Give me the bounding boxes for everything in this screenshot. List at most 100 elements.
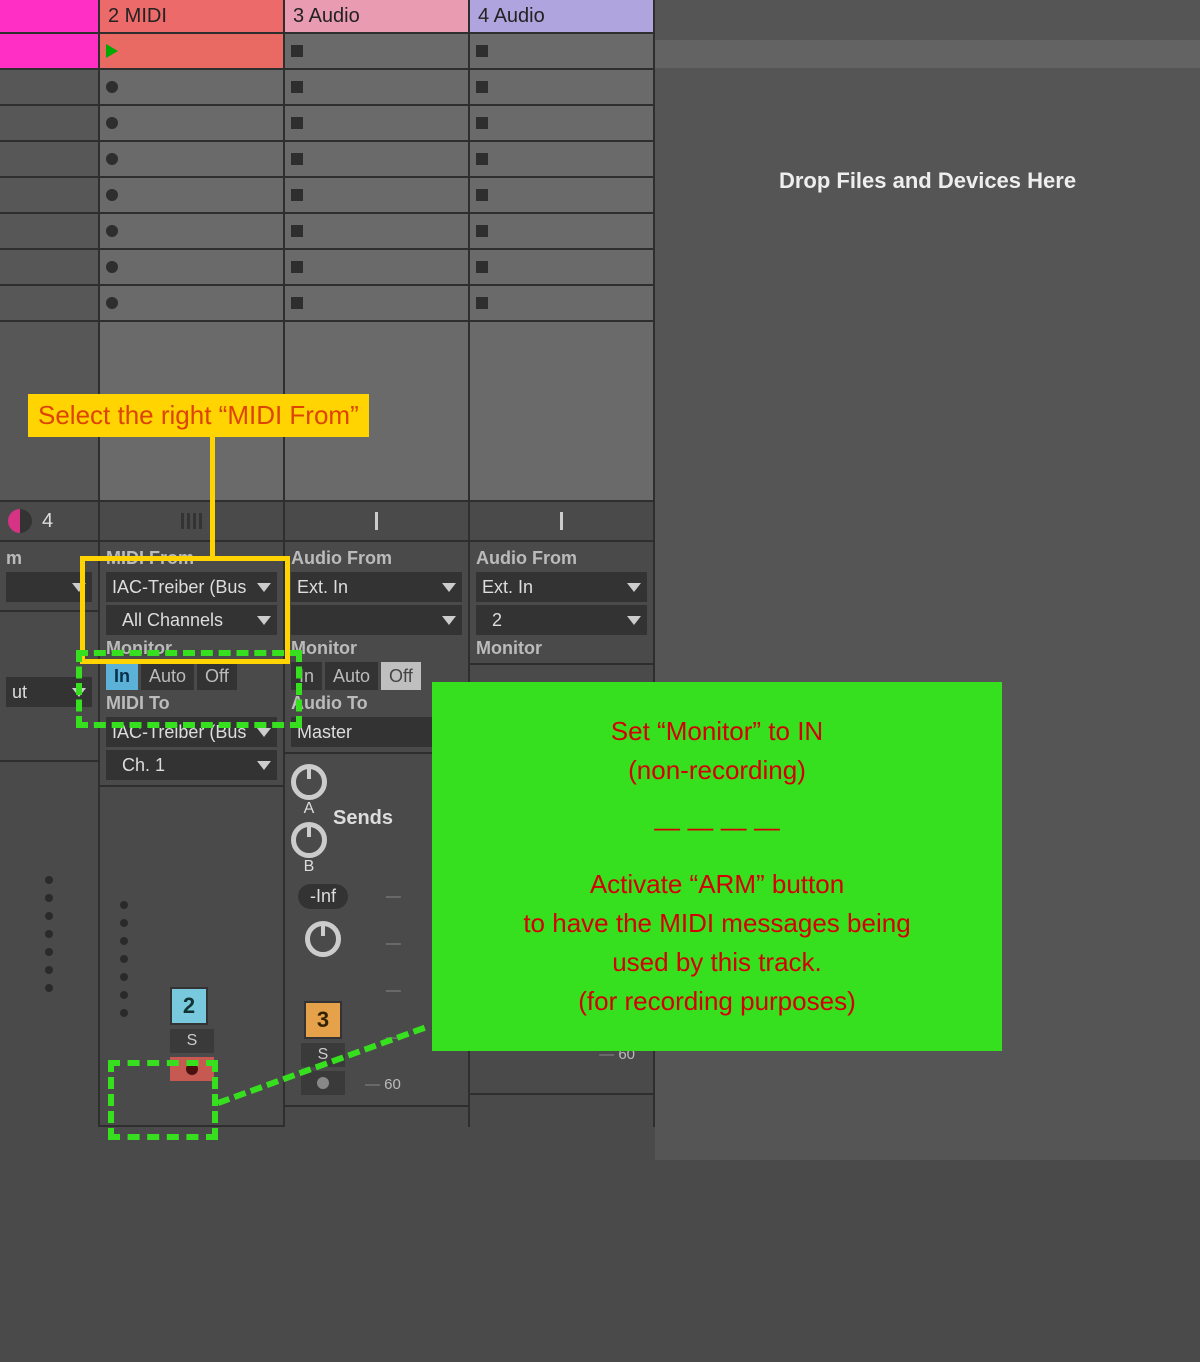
stop-icon [476,153,488,165]
clip-slot[interactable] [285,250,468,286]
track-header-3-audio[interactable]: 3 Audio [285,0,468,34]
stop-icon [476,189,488,201]
clip-slot[interactable] [100,214,283,250]
clip-slot[interactable] [285,286,468,322]
monitor-auto-button[interactable]: Auto [141,662,194,690]
annotation-yellow-label: Select the right “MIDI From” [28,394,369,437]
chevron-down-icon [442,583,456,592]
clip-slot[interactable] [285,178,468,214]
midi-to-channel-dropdown[interactable]: Ch. 1 [106,750,277,780]
clip-slot[interactable] [470,142,653,178]
midi-from-label: MIDI From [106,548,277,569]
send-a-knob[interactable] [291,764,327,800]
clip-slot[interactable] [100,70,283,106]
monitor-label: Monitor [106,638,277,659]
clip-slot[interactable] [285,214,468,250]
audio-from-channel-dropdown[interactable] [291,605,462,635]
stop-icon [476,297,488,309]
record-dot-icon [106,189,118,201]
clip-slot[interactable] [0,34,98,70]
clip-slot[interactable] [285,70,468,106]
stop-icon [291,189,303,201]
meter-dots [0,862,98,992]
monitor-in-button[interactable]: In [106,662,138,690]
clip-slot[interactable] [470,286,653,322]
stop-icon [291,261,303,273]
clip-slot[interactable] [285,142,468,178]
clip-slot[interactable] [100,142,283,178]
monitor-auto-button[interactable]: Auto [325,662,378,690]
clip-slot[interactable] [285,34,468,70]
clip-slot[interactable] [470,34,653,70]
midi-from-dropdown[interactable] [6,572,92,602]
annotation-text: Activate “ARM” button [452,865,982,904]
clip-slot[interactable] [100,250,283,286]
volume-readout[interactable]: -Inf [298,884,348,909]
midi-from-channel-dropdown[interactable]: All Channels [106,605,277,635]
clip-slot[interactable] [100,286,283,322]
clip-slot[interactable] [0,106,98,142]
chevron-down-icon [442,616,456,625]
clip-slot[interactable] [285,106,468,142]
clip-slot[interactable] [0,286,98,322]
io-from-label: m [6,548,92,569]
arm-button[interactable] [301,1071,345,1095]
midi-to-label: MIDI To [106,693,277,714]
annotation-text: (for recording purposes) [452,982,982,1021]
clip-slot[interactable] [470,178,653,214]
audio-from-channel-dropdown[interactable]: 2 [476,605,647,635]
clip-slot[interactable] [0,178,98,214]
monitor-off-button[interactable]: Off [197,662,237,690]
clip-slot[interactable] [470,214,653,250]
clip-slot[interactable] [0,142,98,178]
stop-icon [291,297,303,309]
monitor-label: Monitor [291,638,462,659]
clip-slot[interactable] [470,106,653,142]
clip-count: 4 [42,510,53,533]
track-header-4-audio[interactable]: 4 Audio [470,0,653,34]
monitor-in-button[interactable]: In [291,662,322,690]
track-number-box[interactable]: 2 [170,987,208,1025]
annotation-divider: — — — — [452,808,982,847]
solo-button[interactable]: S [170,1029,214,1053]
clip-slot[interactable] [0,70,98,106]
track-header-2-midi[interactable]: 2 MIDI [100,0,283,34]
stop-icon [291,153,303,165]
annotation-text: Set “Monitor” to IN [452,712,982,751]
clip-slot[interactable] [100,106,283,142]
chevron-down-icon [627,616,641,625]
stop-icon [476,45,488,57]
monitor-label: Monitor [476,638,647,659]
clip-slot[interactable] [100,178,283,214]
pan-knob[interactable] [305,921,341,957]
clip-slot[interactable] [470,250,653,286]
clip-slot[interactable] [470,70,653,106]
chevron-down-icon [72,688,86,697]
audio-from-dropdown[interactable]: Ext. In [476,572,647,602]
track-status-row: 4 [0,502,98,542]
track-number-box[interactable]: 3 [304,1001,342,1039]
midi-to-dropdown[interactable]: IAC-Treiber (Bus [106,717,277,747]
fader-scale: 60 [365,884,401,1099]
send-a-label: A [291,800,327,818]
midi-from-dropdown[interactable]: IAC-Treiber (Bus [106,572,277,602]
scene-gap [470,322,653,502]
chevron-down-icon [627,583,641,592]
annotation-green-panel: Set “Monitor” to IN (non-recording) — — … [432,682,1002,1051]
out-dropdown[interactable]: ut [6,677,92,707]
arm-button[interactable] [170,1057,214,1081]
stop-icon [476,225,488,237]
audio-from-dropdown[interactable]: Ext. In [291,572,462,602]
clip-slot-playing[interactable] [100,34,283,70]
send-b-knob[interactable] [291,822,327,858]
track-status-row [285,502,468,542]
clip-slot[interactable] [0,250,98,286]
track-header-1[interactable] [0,0,98,34]
stop-icon [476,81,488,93]
record-dot-icon [186,1063,198,1075]
send-b-label: B [291,858,327,876]
clip-slot[interactable] [0,214,98,250]
monitor-off-button[interactable]: Off [381,662,421,690]
stop-icon [476,261,488,273]
record-dot-icon [106,261,118,273]
